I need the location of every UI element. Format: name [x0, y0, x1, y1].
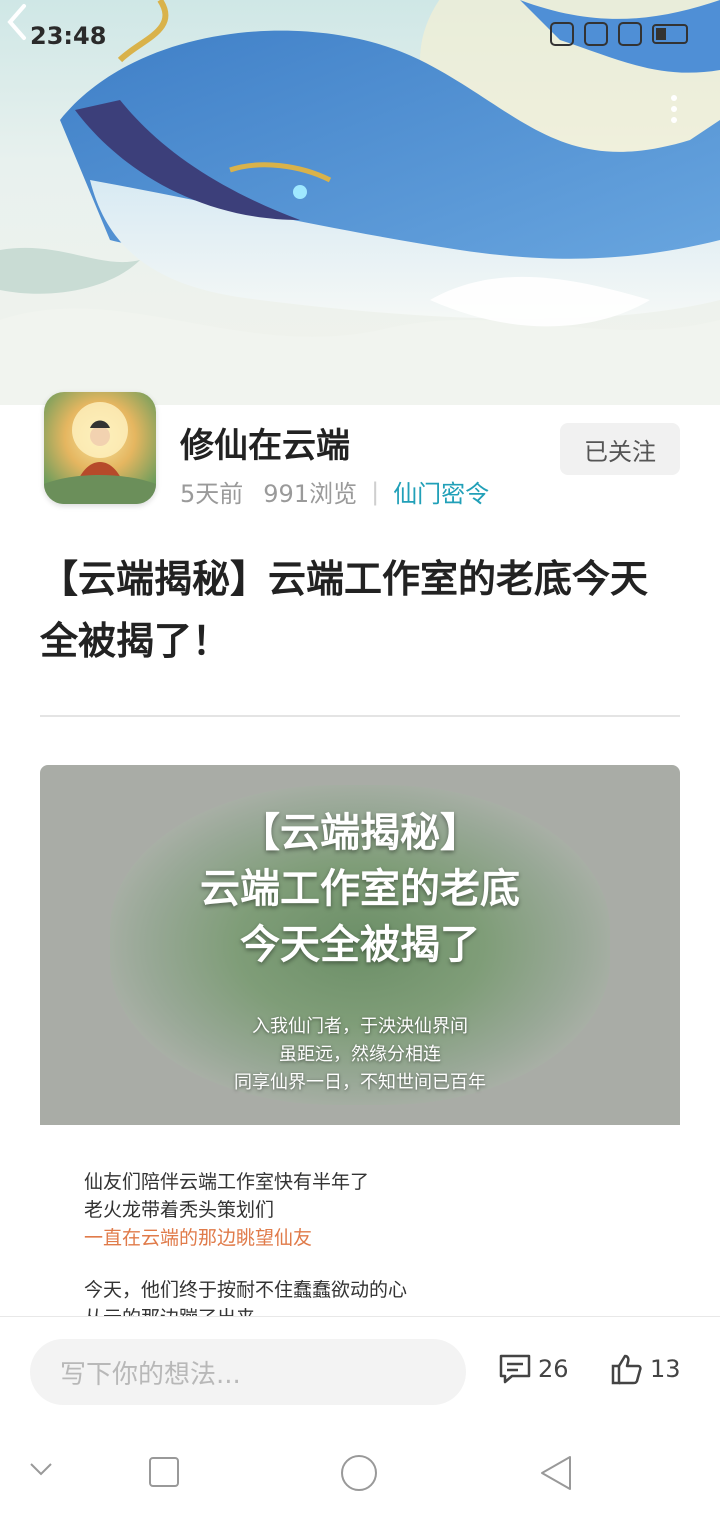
- like-button[interactable]: 13: [610, 1353, 681, 1385]
- article-body: 仙友们陪伴云端工作室快有半年了 老火龙带着秃头策划们 一直在云端的那边眺望仙友 …: [84, 1168, 407, 1332]
- nav-recents-button[interactable]: [148, 1456, 180, 1488]
- body-line: 老火龙带着秃头策划们: [84, 1199, 275, 1221]
- triangle-back-icon: [541, 1456, 571, 1490]
- comment-icon: [499, 1354, 531, 1384]
- status-bar: 23:48: [0, 0, 720, 72]
- post-meta: 5天前 991浏览 | 仙门密令: [180, 474, 489, 509]
- more-button[interactable]: [668, 95, 680, 123]
- topic-tag[interactable]: 仙门密令: [393, 474, 489, 509]
- body-line-highlight: 一直在云端的那边眺望仙友: [84, 1227, 313, 1249]
- lock-rotation-icon: [584, 22, 608, 46]
- poster-title-line: 【云端揭秘】: [240, 809, 480, 856]
- poster-subtitle-line: 虽距远，然缘分相连: [279, 1044, 441, 1065]
- square-icon: [149, 1457, 179, 1487]
- post-time: 5天前: [180, 480, 244, 508]
- circle-icon: [341, 1455, 377, 1491]
- poster-title-line: 云端工作室的老底: [200, 865, 520, 912]
- like-count: 13: [650, 1355, 681, 1383]
- nav-home-button[interactable]: [340, 1454, 378, 1492]
- comment-button[interactable]: 26: [498, 1353, 569, 1385]
- body-line: 仙友们陪伴云端工作室快有半年了: [84, 1171, 370, 1193]
- system-nav-bar: [0, 1426, 720, 1520]
- body-line: 今天，他们终于按耐不住蠢蠢欲动的心: [84, 1279, 408, 1301]
- comment-bar: 写下你的想法... 26 13: [0, 1316, 720, 1427]
- app-icon[interactable]: [44, 392, 156, 504]
- back-button[interactable]: [0, 0, 36, 44]
- nav-back-button[interactable]: [538, 1454, 574, 1492]
- article-title: 【云端揭秘】云端工作室的老底今天全被揭了！: [40, 557, 649, 663]
- nav-collapse-button[interactable]: [28, 1454, 54, 1484]
- status-time: 23:48: [30, 22, 107, 50]
- chevron-left-icon: [7, 4, 26, 40]
- poster-subtitle-line: 入我仙门者，于泱泱仙界间: [252, 1016, 468, 1037]
- comment-input[interactable]: 写下你的想法...: [30, 1339, 466, 1405]
- thumbs-up-icon: [611, 1354, 642, 1385]
- poster-title-line: 今天全被揭了: [240, 921, 480, 968]
- more-vertical-icon: [671, 95, 677, 101]
- article-image[interactable]: 【云端揭秘】 云端工作室的老底 今天全被揭了 入我仙门者，于泱泱仙界间 虽距远，…: [40, 765, 680, 1125]
- alarm-icon: [618, 22, 642, 46]
- poster-subtitle-line: 同享仙界一日，不知世间已百年: [234, 1072, 486, 1093]
- app-name[interactable]: 修仙在云端: [180, 418, 350, 467]
- meta-separator: |: [371, 477, 380, 506]
- battery-icon: [652, 24, 688, 44]
- comment-count: 26: [538, 1355, 569, 1383]
- vibrate-icon: [550, 22, 574, 46]
- view-count: 991浏览: [263, 480, 358, 508]
- header-banner: 23:48: [0, 0, 720, 405]
- follow-button[interactable]: 已关注: [560, 423, 680, 475]
- chevron-down-icon: [30, 1463, 52, 1476]
- divider: [40, 715, 680, 717]
